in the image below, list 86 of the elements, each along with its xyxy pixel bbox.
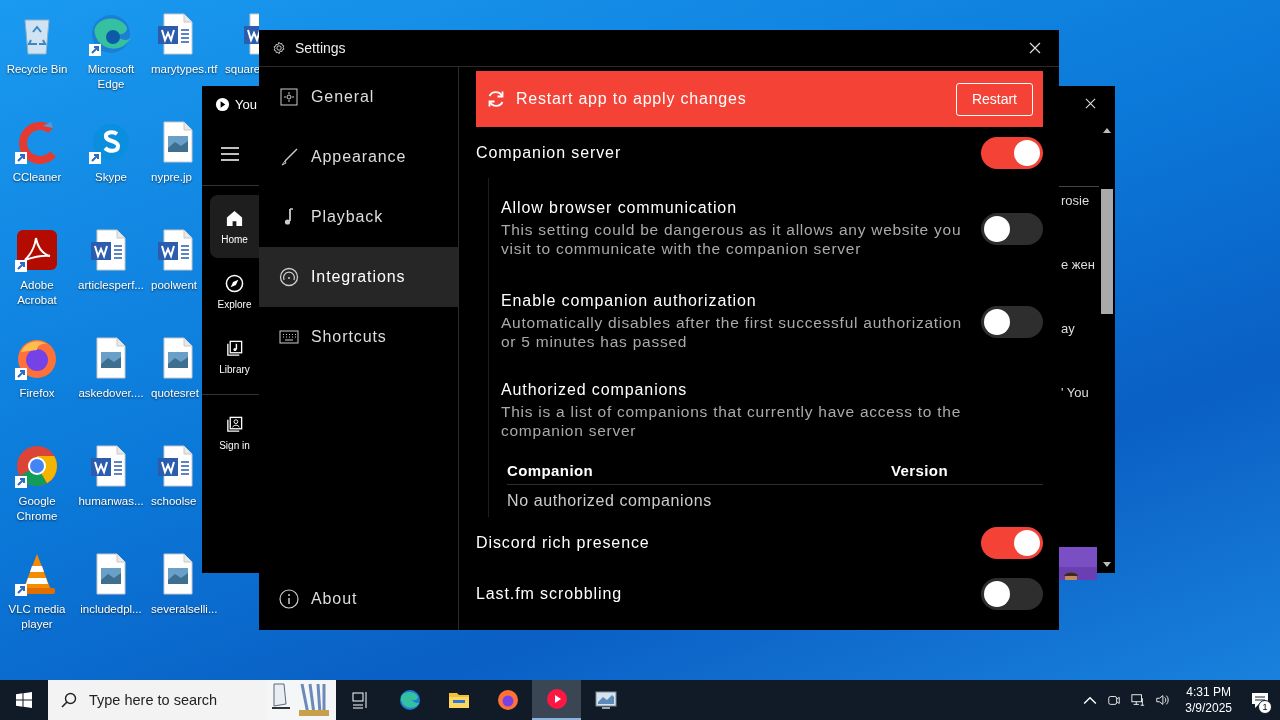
radar-icon xyxy=(279,267,299,287)
desktop-icon-label: severalselli... xyxy=(150,602,218,617)
setting-description: This setting could be dangerous as it allows any website you visit to communicate with the companion server xyxy=(501,220,963,258)
empty-message: No authorized companions xyxy=(507,491,713,511)
desktop-icon-label: askedover.... xyxy=(77,386,145,401)
desktop-icon-label: VLC media player xyxy=(7,602,67,632)
desktop-icon-label: nypre.jp xyxy=(150,170,192,185)
setting-label: Enable companion authorization xyxy=(501,292,758,310)
network-icon[interactable] xyxy=(1131,693,1146,707)
window-title: You xyxy=(235,96,257,112)
music-taskbar-button[interactable] xyxy=(532,680,581,720)
window-title: Settings xyxy=(295,40,346,56)
column-header: Companion xyxy=(507,461,595,479)
desktop-icon-label: Adobe Acrobat xyxy=(16,278,58,308)
setting-label: Companion server xyxy=(476,143,622,162)
monitor-icon xyxy=(593,688,618,712)
desktop-icon-label: Microsoft Edge xyxy=(86,62,136,92)
toggle-switch[interactable] xyxy=(981,526,1043,559)
meet-icon[interactable] xyxy=(1107,693,1122,707)
close-icon[interactable] xyxy=(1085,98,1096,109)
account-icon xyxy=(225,414,244,434)
menu-icon[interactable] xyxy=(221,146,239,161)
setting-description: Automatically disables after the first successful authorization or 5 minutes has passed xyxy=(501,313,963,351)
song-title[interactable]: ' You xyxy=(1061,385,1099,449)
play-icon xyxy=(215,96,230,112)
desktop-icon-label: CCleaner xyxy=(11,170,63,185)
toggle-switch[interactable] xyxy=(981,136,1043,169)
info-icon xyxy=(279,589,299,609)
search-icon xyxy=(61,692,77,708)
notification-button[interactable]: 1 xyxy=(1240,680,1280,720)
desktop-icon-label: schoolse xyxy=(150,494,197,509)
desktop-icon-label: square xyxy=(224,62,261,77)
close-icon[interactable] xyxy=(1029,42,1041,54)
windows-logo-icon xyxy=(16,692,32,708)
restart-button[interactable]: Restart xyxy=(955,82,1033,116)
desktop-icon-label: quotesret xyxy=(150,386,199,401)
clock[interactable]: 4:31 PM 3/9/2025 xyxy=(1185,684,1232,716)
search-input[interactable]: Type here to search xyxy=(87,691,266,709)
desktop-icon-label: includedpl... xyxy=(79,602,143,617)
volume-icon[interactable] xyxy=(1155,693,1170,707)
desktop-icon-label: articlesperf... xyxy=(77,278,145,293)
toggle-switch[interactable] xyxy=(981,305,1043,338)
banner-message: Restart app to apply changes xyxy=(516,90,748,108)
sidebar-item[interactable]: Appearance xyxy=(259,127,458,187)
desktop-icon-label: humanwas... xyxy=(77,494,145,509)
setting-label: Authorized companions xyxy=(501,381,689,399)
sun-icon xyxy=(279,87,299,107)
about-link[interactable]: About xyxy=(259,571,458,627)
scroll-up-icon[interactable] xyxy=(1103,128,1111,133)
desktop-icon-label: Skype xyxy=(94,170,128,185)
refresh-icon xyxy=(486,89,506,109)
nav-item[interactable]: Explore xyxy=(210,260,259,323)
library-icon xyxy=(225,338,244,358)
setting-description: This is a list of companions that currently have access to the companion server xyxy=(501,402,963,440)
brush-icon xyxy=(279,147,299,167)
edge-icon xyxy=(397,688,422,712)
setting-label: Allow browser communication xyxy=(501,199,738,217)
setting-label: Last.fm scrobbling xyxy=(476,584,623,603)
nav-item[interactable]: Library xyxy=(210,325,259,388)
column-header: Version xyxy=(891,461,948,479)
desktop-icon-label: marytypes.rtf xyxy=(150,62,218,77)
toggle-switch[interactable] xyxy=(981,577,1043,610)
firefox-icon xyxy=(495,688,520,712)
toggle-switch[interactable] xyxy=(981,212,1043,245)
sidebar-item[interactable]: Playback xyxy=(259,187,458,247)
home-icon xyxy=(225,208,244,228)
scroll-down-icon[interactable] xyxy=(1103,562,1111,567)
sidebar-item[interactable]: Shortcuts xyxy=(259,307,458,367)
play-icon xyxy=(544,687,569,711)
desktop-icon-label: Firefox xyxy=(18,386,56,401)
desktop-icon-label: Recycle Bin xyxy=(5,62,69,77)
nav-item[interactable]: Home xyxy=(210,195,259,258)
song-title[interactable]: е жен xyxy=(1061,257,1099,321)
sidebar-item[interactable]: General xyxy=(259,67,458,127)
desktop-icon-label: poolwent xyxy=(150,278,198,293)
compass-icon xyxy=(225,273,244,293)
keyboard-icon xyxy=(279,327,299,347)
setting-label: Discord rich presence xyxy=(476,533,650,552)
desktop-icon-label: Google Chrome xyxy=(15,494,59,524)
nav-item[interactable]: Sign in xyxy=(210,401,259,464)
song-title[interactable]: rosie xyxy=(1061,193,1099,257)
notification-count: 1 xyxy=(1258,700,1272,714)
sidebar-item[interactable]: Integrations xyxy=(259,247,458,307)
scroll-thumb[interactable] xyxy=(1101,189,1113,314)
song-title[interactable]: ay xyxy=(1061,321,1099,385)
settings-icon xyxy=(272,41,286,55)
